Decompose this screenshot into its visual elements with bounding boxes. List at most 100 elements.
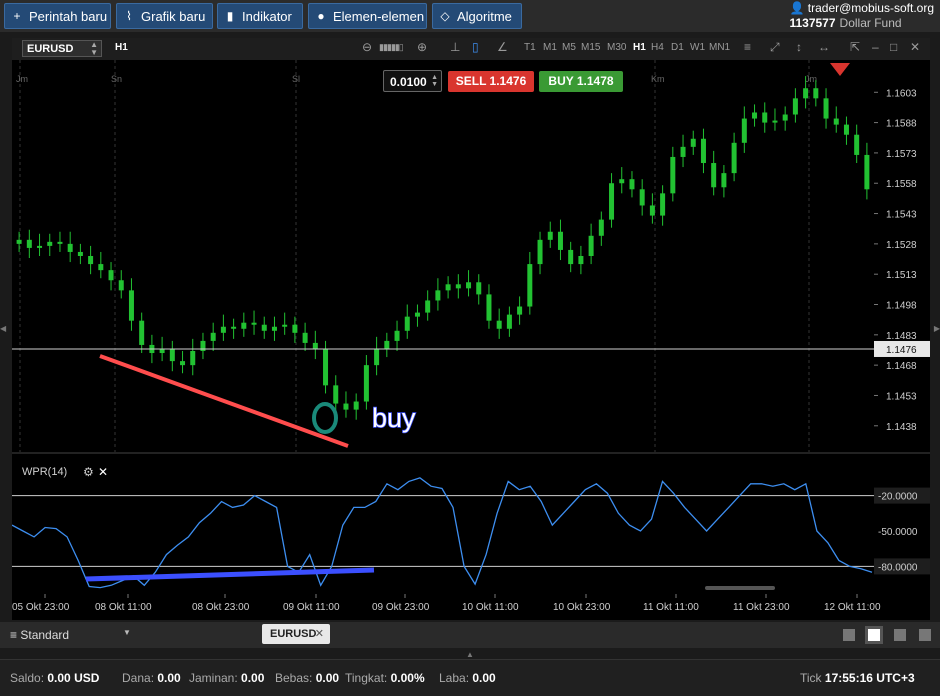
jaminan-status: Jaminan: 0.00 [189,671,265,685]
profile-select[interactable]: ≡ Standard ▼ [10,628,131,642]
lot-spinner-icon[interactable]: ▲ ▼ [431,74,438,88]
candle-body [670,156,676,194]
zoom-in-icon[interactable]: ⊕ [417,40,427,54]
tf-w1[interactable]: W1 [690,42,705,53]
candle-body [77,251,83,256]
status-bar: Saldo: 0.00 USD Dana: 0.00 Jaminan: 0.00… [0,659,940,696]
price-tick-label: 1.1453 [886,391,917,402]
tf-m15[interactable]: M15 [581,42,600,53]
candle-body [445,284,451,291]
wpr-settings-icon[interactable]: ⚙ [83,465,94,479]
elements-button[interactable]: ● Elemen-elemen [308,3,427,29]
bar-type-icon[interactable]: ⊥ [450,40,460,54]
candle-body [128,290,134,321]
candle-body [37,245,43,248]
candle-body [231,326,237,329]
zoom-out-icon[interactable]: ⊖ [362,40,372,54]
tf-m1[interactable]: M1 [543,42,557,53]
time-label: 11 Okt 11:00 [643,602,699,613]
candle-body [466,282,472,289]
algorithm-button[interactable]: ◇ Algoritme [432,3,522,29]
vertical-arrows-icon[interactable]: ↕ [796,40,802,54]
candle-body [333,385,339,404]
candle-body [854,134,860,155]
wpr-level-label: -20.0000 [878,492,918,503]
collapse-panel-icon[interactable]: ▲ [466,650,474,659]
tab-eurusd[interactable]: EURUSD ✕ [262,624,330,644]
close-icon[interactable]: ✕ [910,40,920,54]
tf-m5[interactable]: M5 [562,42,576,53]
time-axis-labels: 05 Okt 23:00 08 Okt 11:00 08 Okt 23:00 09 O… [12,594,881,613]
bar-chart-icon: ▮ [226,9,234,23]
zoom-slider[interactable]: ▮▮▮▮▮▯ [379,42,404,53]
candle-body [374,348,380,366]
time-label: 10 Okt 23:00 [553,602,611,613]
candle-body [557,231,563,250]
candle-body [363,365,369,402]
candle-body [772,120,778,123]
candle-body [680,146,686,157]
account-fund: Dollar Fund [839,16,902,30]
candle-body [323,348,329,386]
tf-h4[interactable]: H4 [651,42,664,53]
symbol-select[interactable]: EURUSD ▲ ▼ [22,40,102,57]
draw-line-icon[interactable]: ⤢ [770,40,780,55]
candle-body [200,340,206,351]
maximize-icon[interactable]: □ [890,40,897,54]
price-tick-label: 1.1513 [886,270,917,281]
candle-body [241,322,247,329]
buy-button[interactable]: BUY 1.1478 [539,71,623,92]
new-chart-button[interactable]: ⌇ Grafik baru [116,3,213,29]
candle-body [394,330,400,341]
account-info[interactable]: 👤 trader@mobius-soft.org 1137577 Dollar F… [789,1,934,31]
right-panel-handle-icon[interactable]: ▶ [934,324,940,333]
sell-button[interactable]: SELL 1.1476 [448,71,534,92]
tf-t1[interactable]: T1 [524,42,536,53]
time-label: 09 Okt 11:00 [283,602,340,613]
price-chart[interactable]: Jm Sn Sl Km Jm 1.1603 1.1588 1.1573 1.1558 1.154… [12,60,930,620]
candle-body [180,361,186,366]
candle-body [210,332,216,341]
line-chart-icon[interactable]: ∠ [497,40,508,54]
candle-body [261,324,267,331]
chart-window: EURUSD ▲ ▼ H1 ⊖ ▮▮▮▮▮▯ ⊕ ⊥ ▯ ∠ T1 M1 M5 M1… [12,38,930,620]
candle-body [118,280,124,291]
left-panel-handle-icon[interactable]: ◀ [0,324,6,333]
wpr-close-icon[interactable]: ✕ [98,465,108,479]
new-order-button[interactable]: + Perintah baru [4,3,111,29]
price-tick-label: 1.1528 [886,240,917,251]
layout-rows-icon[interactable] [919,629,931,641]
candle-body [384,340,390,349]
horizontal-scrollbar[interactable] [705,586,775,590]
day-label: Sl [292,74,300,84]
price-tick-label: 1.1438 [886,422,917,433]
price-tick-label: 1.1573 [886,149,917,160]
lot-input[interactable]: 0.0100 ▲ ▼ [383,70,442,92]
chart-tab-bar: ≡ Standard ▼ EURUSD ✕ [0,622,940,648]
candle-body [690,138,696,147]
top-menu-bar: + Perintah baru ⌇ Grafik baru ▮ Indikator ●… [0,0,940,32]
candle-body [425,300,431,313]
close-tab-icon[interactable]: ✕ [315,624,324,644]
wpr-title: WPR(14) [22,466,67,478]
layout-single-icon[interactable] [843,629,855,641]
layout-grid-icon[interactable] [865,626,883,644]
candle-body [823,98,829,119]
indicator-button[interactable]: ▮ Indikator [217,3,303,29]
layout-columns-icon[interactable] [894,629,906,641]
menu-icon: ≡ [10,628,18,642]
candle-body [302,332,308,343]
tf-h1[interactable]: H1 [633,42,646,53]
popout-icon[interactable]: ⇱ [850,40,860,54]
candle-body [782,114,788,121]
day-label: Sn [111,74,122,84]
candlestick-icon[interactable]: ▯ [472,40,479,54]
tf-mn1[interactable]: MN1 [709,42,730,53]
price-tick-label: 1.1543 [886,210,917,221]
horizontal-arrows-icon[interactable]: ↔ [818,40,830,54]
minimize-icon[interactable]: – [872,40,879,54]
candle-body [220,326,226,333]
tf-m30[interactable]: M30 [607,42,626,53]
tf-d1[interactable]: D1 [671,42,684,53]
settings-list-icon[interactable]: ≡ [744,40,751,54]
